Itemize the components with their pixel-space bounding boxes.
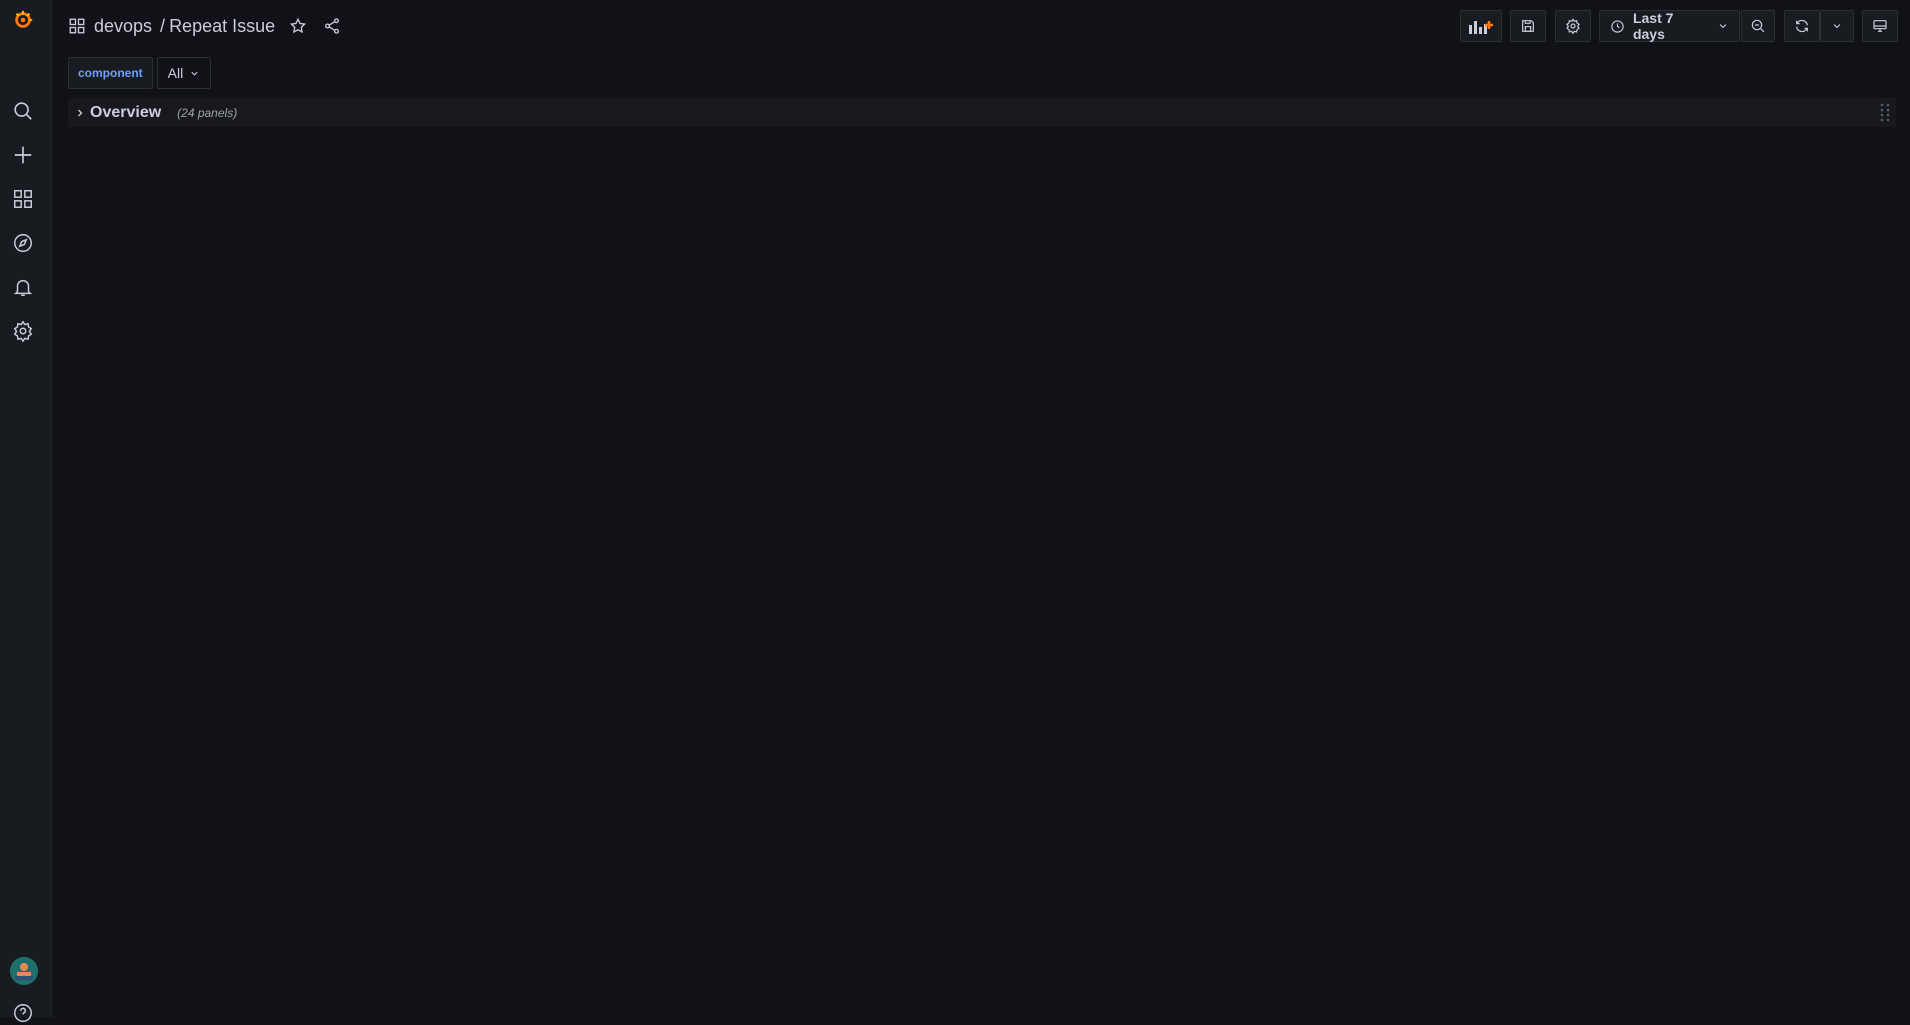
- zoom-out-button[interactable]: [1741, 10, 1775, 42]
- search-icon[interactable]: [11, 99, 35, 123]
- view-mode-button[interactable]: [1862, 10, 1898, 42]
- add-panel-icon: [1469, 21, 1493, 34]
- breadcrumb-separator: /: [160, 15, 166, 36]
- save-icon: [1522, 20, 1534, 32]
- dashboards-icon: [68, 17, 86, 35]
- zoom-out-icon: [1751, 19, 1765, 33]
- page-title[interactable]: Repeat Issue: [169, 16, 275, 37]
- gear-icon: [1566, 18, 1580, 34]
- time-range-label: Last 7 days: [1632, 10, 1674, 42]
- monitor-icon: [1873, 20, 1887, 32]
- chevron-down-icon: [191, 71, 198, 76]
- row-panel-count: (24 panels): [177, 105, 238, 120]
- chevron-right-icon[interactable]: [74, 107, 86, 119]
- add-panel-button[interactable]: [1460, 10, 1502, 42]
- help-icon[interactable]: [11, 1001, 35, 1025]
- dashboard-settings-button[interactable]: [1555, 10, 1591, 42]
- chevron-down-icon: [1719, 24, 1727, 29]
- time-range-picker[interactable]: Last 7 days: [1599, 10, 1740, 42]
- row-title[interactable]: Overview: [90, 104, 161, 122]
- grafana-logo-icon[interactable]: [11, 8, 35, 32]
- refresh-interval-dropdown[interactable]: [1820, 10, 1854, 42]
- save-dashboard-button[interactable]: [1510, 10, 1546, 42]
- clock-icon: [1611, 19, 1624, 33]
- star-icon[interactable]: [289, 17, 307, 35]
- gear-icon[interactable]: [11, 319, 35, 343]
- dashboard-row[interactable]: Overview (24 panels): [68, 98, 1896, 127]
- variables-bar: component All: [68, 57, 212, 89]
- variable-value: All: [167, 65, 184, 81]
- sidebar: [0, 0, 52, 1022]
- avatar[interactable]: [10, 957, 38, 985]
- folder-link[interactable]: devops: [94, 16, 152, 37]
- drag-handle-icon[interactable]: [1880, 102, 1890, 129]
- variable-select[interactable]: All: [156, 57, 212, 89]
- refresh-icon: [1796, 19, 1808, 33]
- chevron-down-icon: [1833, 24, 1841, 29]
- breadcrumb: devops / Repeat Issue: [68, 12, 341, 40]
- dashboards-icon[interactable]: [11, 187, 35, 211]
- explore-icon[interactable]: [11, 231, 35, 255]
- refresh-button[interactable]: [1784, 10, 1820, 42]
- plus-icon[interactable]: [11, 143, 35, 167]
- alerting-bell-icon[interactable]: [11, 275, 35, 299]
- share-icon[interactable]: [323, 17, 341, 35]
- variable-label: component: [68, 57, 153, 89]
